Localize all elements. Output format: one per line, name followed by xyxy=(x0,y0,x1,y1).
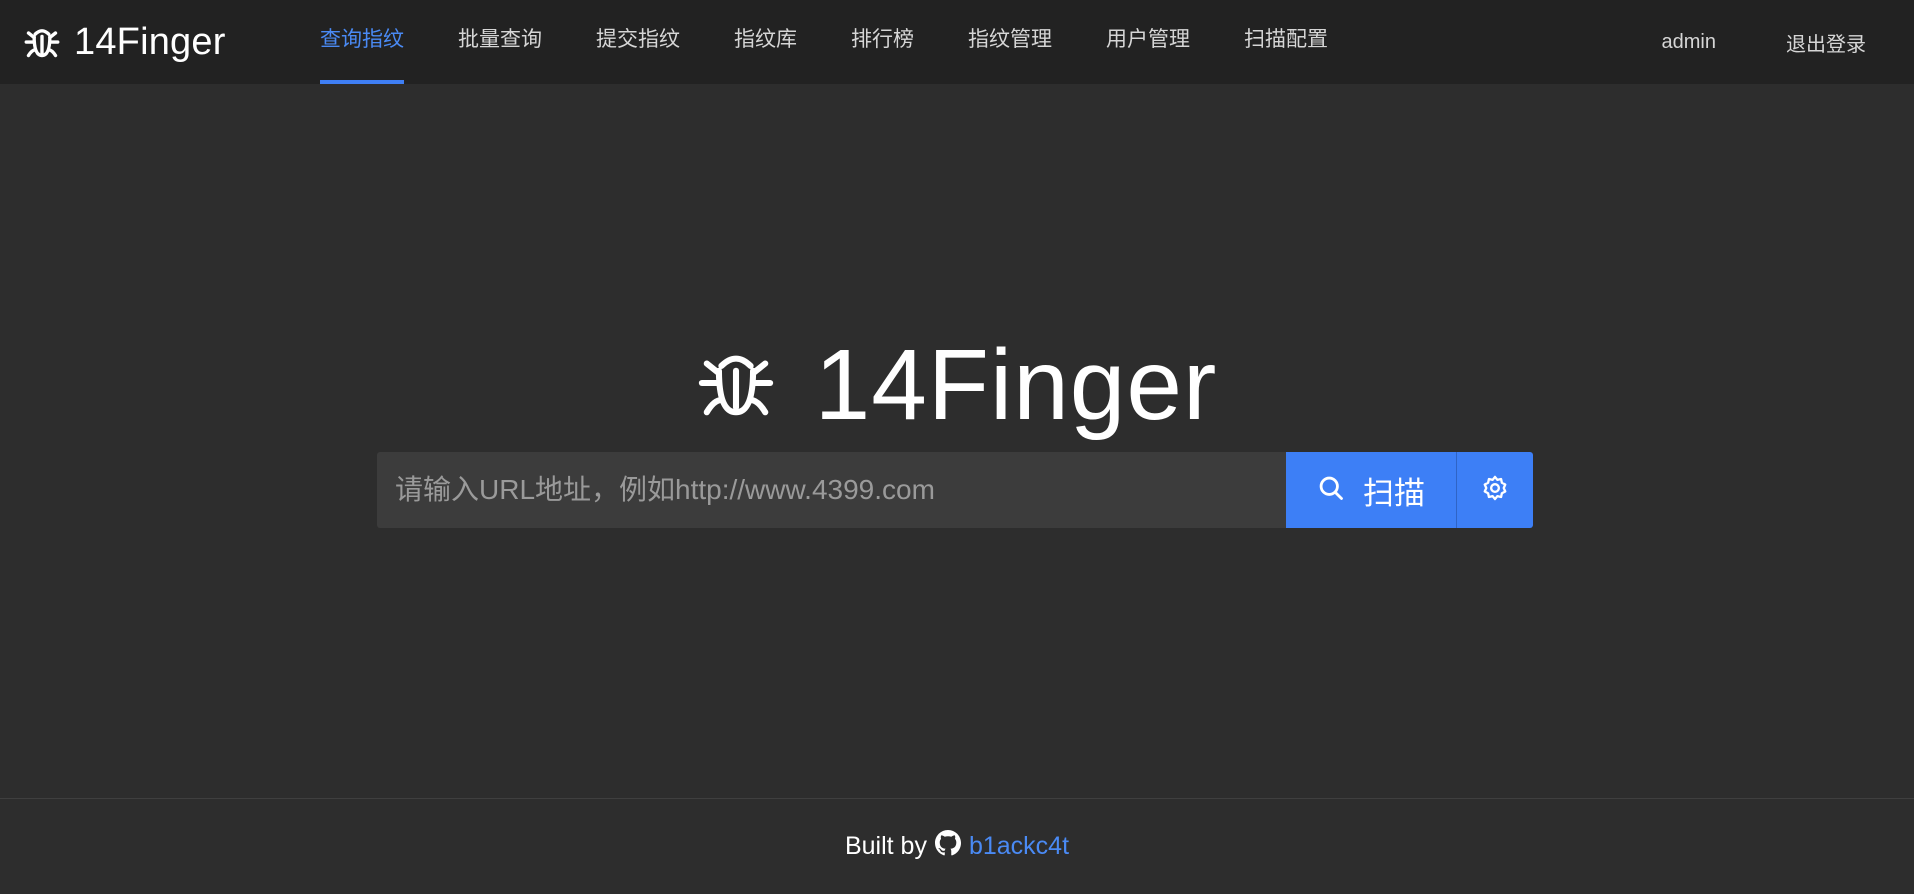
brand-name: 14Finger xyxy=(74,20,226,63)
bug-icon xyxy=(24,24,60,60)
gear-icon xyxy=(1481,474,1509,507)
scan-button[interactable]: 扫描 xyxy=(1286,452,1457,528)
nav-item-fingerprint-management[interactable]: 指纹管理 xyxy=(968,0,1052,84)
main-nav: 查询指纹 批量查询 提交指纹 指纹库 排行榜 指纹管理 用户管理 扫描配置 xyxy=(320,0,1382,84)
nav-item-fingerprint-query[interactable]: 查询指纹 xyxy=(320,0,404,84)
user-area: admin 退出登录 xyxy=(1662,0,1866,84)
hero-title: 14Finger xyxy=(814,329,1218,441)
nav-item-user-management[interactable]: 用户管理 xyxy=(1106,0,1190,84)
nav-item-leaderboard[interactable]: 排行榜 xyxy=(851,0,914,84)
nav-item-batch-query[interactable]: 批量查询 xyxy=(458,0,542,84)
logout-link[interactable]: 退出登录 xyxy=(1786,28,1866,57)
nav-item-fingerprint-library[interactable]: 指纹库 xyxy=(734,0,797,84)
url-input[interactable] xyxy=(377,452,1286,528)
scan-button-label: 扫描 xyxy=(1363,475,1425,511)
footer: Built by b1ackc4t xyxy=(0,798,1914,894)
hero-logo: 14Finger xyxy=(0,330,1914,440)
scan-settings-button[interactable] xyxy=(1457,452,1533,528)
nav-item-scan-config[interactable]: 扫描配置 xyxy=(1244,0,1328,84)
bug-icon xyxy=(697,344,775,427)
github-icon[interactable] xyxy=(934,830,961,863)
url-search-bar: 扫描 xyxy=(377,452,1533,528)
author-link[interactable]: b1ackc4t xyxy=(969,832,1069,861)
nav-item-submit-fingerprint[interactable]: 提交指纹 xyxy=(596,0,680,84)
username-link[interactable]: admin xyxy=(1662,31,1716,54)
brand-logo-link[interactable]: 14Finger xyxy=(24,14,226,70)
search-icon xyxy=(1317,474,1345,507)
top-navbar: 14Finger 查询指纹 批量查询 提交指纹 指纹库 排行榜 指纹管理 用户管… xyxy=(0,0,1914,84)
footer-built-by: Built by xyxy=(844,832,927,860)
